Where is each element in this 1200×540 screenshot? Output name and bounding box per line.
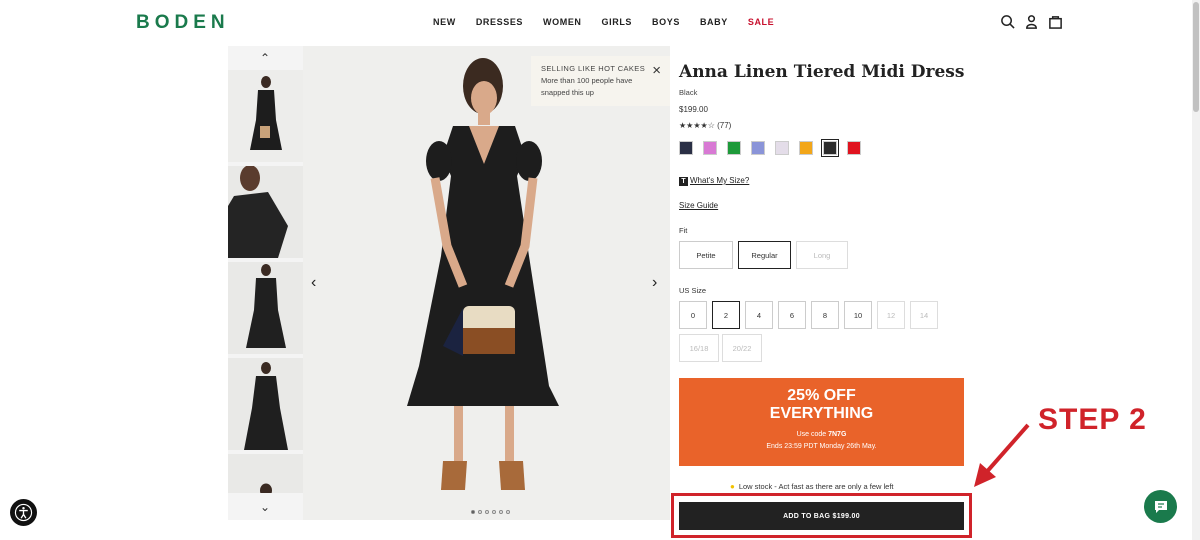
- product-color: Black: [679, 88, 698, 97]
- swatch-green[interactable]: [727, 141, 741, 155]
- thumbnail-side[interactable]: [228, 166, 303, 258]
- size-label: US Size: [679, 286, 707, 295]
- swatch-lilac[interactable]: [775, 141, 789, 155]
- fit-long-button[interactable]: Long: [796, 241, 848, 269]
- annotation-highlight-box: [671, 493, 972, 538]
- dress-model-photo: [407, 58, 559, 490]
- size-8-button[interactable]: 8: [811, 301, 839, 329]
- boden-logo[interactable]: BODEN: [136, 12, 230, 34]
- prev-image-arrow-icon[interactable]: ‹: [311, 274, 316, 292]
- pagination-dot[interactable]: [492, 510, 496, 514]
- swatch-red[interactable]: [847, 141, 861, 155]
- size-6-button[interactable]: 6: [778, 301, 806, 329]
- thumbnail-front[interactable]: [228, 70, 303, 162]
- product-price: $199.00: [679, 105, 708, 114]
- step-2-label: STEP 2: [1038, 403, 1147, 436]
- size-2-button[interactable]: 2: [712, 301, 740, 329]
- product-page: BODEN NEW DRESSES WOMEN GIRLS BOYS BABY …: [0, 0, 1200, 540]
- fit-regular-button[interactable]: Regular: [738, 241, 791, 269]
- product-rating[interactable]: ★★★★☆ (77): [679, 121, 731, 130]
- popup-text: More than 100 people have snapped this u…: [541, 76, 633, 97]
- promo-headline-1: 25% OFF: [787, 387, 856, 404]
- size-0-button[interactable]: 0: [679, 301, 707, 329]
- promo-ends: Ends 23:59 PDT Monday 26th May.: [766, 443, 877, 450]
- pagination-dot[interactable]: [499, 510, 503, 514]
- account-icon[interactable]: [1024, 14, 1039, 29]
- size-12-button[interactable]: 12: [877, 301, 905, 329]
- main-product-image[interactable]: SELLING LIKE HOT CAKES More than 100 peo…: [303, 46, 670, 520]
- accessibility-icon[interactable]: [10, 499, 37, 526]
- thumbnail-up-arrow-icon[interactable]: ⌃: [255, 51, 275, 65]
- thumbnail-back[interactable]: [228, 262, 303, 354]
- swatch-yellow[interactable]: [799, 141, 813, 155]
- review-count: (77): [717, 121, 732, 130]
- size-guide-link[interactable]: Size Guide: [679, 201, 718, 210]
- pagination-dot[interactable]: [471, 510, 475, 514]
- nav-boys[interactable]: BOYS: [652, 17, 680, 27]
- nav-dresses[interactable]: DRESSES: [476, 17, 523, 27]
- close-icon[interactable]: ×: [652, 59, 661, 83]
- promo-code-line: Use code 7N7G: [796, 431, 847, 438]
- swatch-navy[interactable]: [679, 141, 693, 155]
- size-10-button[interactable]: 10: [844, 301, 872, 329]
- size-4-button[interactable]: 4: [745, 301, 773, 329]
- size-16-18-button[interactable]: 16/18: [679, 334, 719, 362]
- lightbulb-icon: ●: [730, 482, 735, 491]
- pagination-dot[interactable]: [485, 510, 489, 514]
- fit-petite-button[interactable]: Petite: [679, 241, 733, 269]
- swatch-periwinkle[interactable]: [751, 141, 765, 155]
- selling-fast-popup: SELLING LIKE HOT CAKES More than 100 peo…: [531, 56, 670, 106]
- size-tool-icon: T: [679, 177, 688, 186]
- pagination-dot[interactable]: [478, 510, 482, 514]
- image-pagination-dots: [471, 510, 510, 514]
- scrollbar-thumb[interactable]: [1193, 2, 1199, 112]
- swatch-black[interactable]: [821, 139, 839, 157]
- stock-notice: ● Low stock - Act fast as there are only …: [730, 482, 894, 491]
- size-14-button[interactable]: 14: [910, 301, 938, 329]
- nav-new[interactable]: NEW: [433, 17, 456, 27]
- product-title: Anna Linen Tiered Midi Dress: [679, 62, 965, 82]
- pagination-dot[interactable]: [506, 510, 510, 514]
- annotation-arrow-icon: [974, 423, 1030, 487]
- thumbnail-detail[interactable]: [228, 358, 303, 450]
- whats-my-size-link[interactable]: T What's My Size?: [679, 176, 749, 186]
- promo-code: 7N7G: [828, 431, 847, 438]
- nav-women[interactable]: WOMEN: [543, 17, 582, 27]
- thumbnail-down-arrow-icon[interactable]: ⌄: [255, 500, 275, 514]
- thumbnail-closeup[interactable]: [228, 454, 303, 493]
- search-icon[interactable]: [1000, 14, 1015, 29]
- bag-icon[interactable]: [1048, 14, 1063, 29]
- fit-label: Fit: [679, 226, 688, 235]
- header-icons: [1000, 14, 1063, 29]
- promo-banner[interactable]: 25% OFF EVERYTHING Use code 7N7G Ends 23…: [679, 378, 964, 466]
- main-nav: NEW DRESSES WOMEN GIRLS BOYS BABY SALE: [433, 17, 794, 27]
- nav-girls[interactable]: GIRLS: [602, 17, 633, 27]
- nav-baby[interactable]: BABY: [700, 17, 728, 27]
- color-swatches: [679, 139, 861, 157]
- chat-icon[interactable]: [1144, 490, 1177, 523]
- popup-title: SELLING LIKE HOT CAKES: [541, 64, 646, 73]
- nav-sale[interactable]: SALE: [748, 17, 774, 27]
- size-20-22-button[interactable]: 20/22: [722, 334, 762, 362]
- swatch-pink[interactable]: [703, 141, 717, 155]
- rating-stars: ★★★★☆: [679, 121, 715, 130]
- page-scrollbar[interactable]: [1192, 0, 1200, 540]
- next-image-arrow-icon[interactable]: ›: [652, 274, 657, 292]
- promo-headline-2: EVERYTHING: [769, 405, 874, 422]
